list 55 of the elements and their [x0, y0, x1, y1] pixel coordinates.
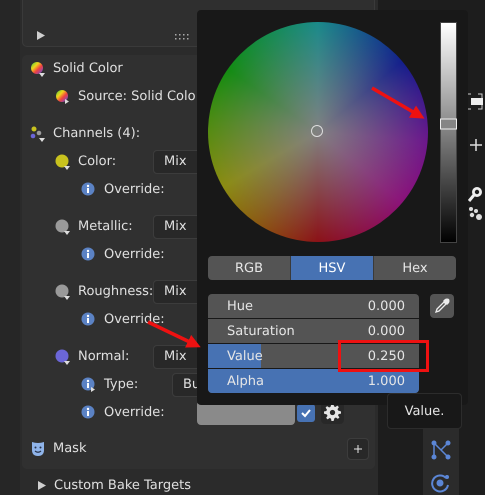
- channel-label: Roughness:: [78, 284, 154, 300]
- info-icon: [81, 182, 97, 198]
- value-slider-field[interactable]: Saturation 0.000: [208, 319, 419, 343]
- channel-label: Normal:: [78, 349, 130, 364]
- info-icon: [81, 312, 97, 328]
- color-palette-icon: [55, 88, 71, 105]
- checkmark-icon: [300, 406, 312, 419]
- field-value: 0.000: [368, 298, 405, 314]
- color-palette-icon: [30, 60, 46, 77]
- eyedropper-button[interactable]: [430, 294, 454, 318]
- add-button[interactable]: [347, 438, 369, 460]
- type-label: Type:: [104, 377, 138, 392]
- field-value: 1.000: [368, 374, 405, 388]
- field-value: 0.250: [368, 348, 405, 364]
- particles-icon[interactable]: [468, 206, 483, 221]
- info-icon: [81, 246, 97, 263]
- physics-icon[interactable]: [431, 473, 451, 493]
- mode-tab[interactable]: HSV: [291, 256, 374, 280]
- grip-icon[interactable]: [175, 34, 189, 40]
- channels-icon: [30, 126, 46, 142]
- field-label: Saturation: [227, 324, 295, 338]
- tooltip: Value.: [387, 393, 462, 429]
- override-label: Override:: [104, 182, 165, 198]
- override-label: Override:: [104, 247, 165, 262]
- channel-label: Color:: [78, 154, 116, 170]
- panel-title[interactable]: Custom Bake Targets: [54, 478, 192, 494]
- field-label: Alpha: [227, 374, 264, 388]
- plus-icon[interactable]: [470, 138, 482, 152]
- override-label: Override:: [104, 312, 165, 328]
- play-icon: [37, 30, 45, 40]
- slider-handle[interactable]: [440, 118, 457, 130]
- mask-icon: [30, 440, 46, 457]
- field-value: 0.000: [368, 324, 405, 338]
- channel-label: Metallic:: [78, 219, 133, 234]
- value-slider-field[interactable]: Hue 0.000: [208, 294, 419, 318]
- eyedropper-icon: [434, 298, 450, 314]
- panel-title: Solid Color: [53, 61, 123, 76]
- info-icon: [81, 376, 97, 393]
- override-label: Override:: [104, 405, 165, 420]
- source-label: Source: Solid Colo: [78, 89, 196, 104]
- value-slider-field[interactable]: Alpha 1.000: [208, 369, 419, 393]
- nodes-icon[interactable]: [431, 440, 451, 460]
- plus-icon: [354, 442, 362, 455]
- brightness-slider[interactable]: [440, 22, 457, 243]
- expand-icon[interactable]: [38, 481, 46, 490]
- wheel-cursor[interactable]: [311, 125, 323, 137]
- field-label: Hue: [227, 298, 254, 314]
- mask-label: Mask: [53, 441, 86, 456]
- annotation-arrow: [371, 86, 425, 119]
- channels-label: Channels (4):: [53, 126, 140, 142]
- info-icon: [81, 404, 97, 421]
- gear-icon: [324, 404, 341, 422]
- mode-tab[interactable]: Hex: [374, 256, 456, 280]
- mode-tab[interactable]: RGB: [208, 256, 291, 280]
- frame-icon[interactable]: [466, 93, 483, 110]
